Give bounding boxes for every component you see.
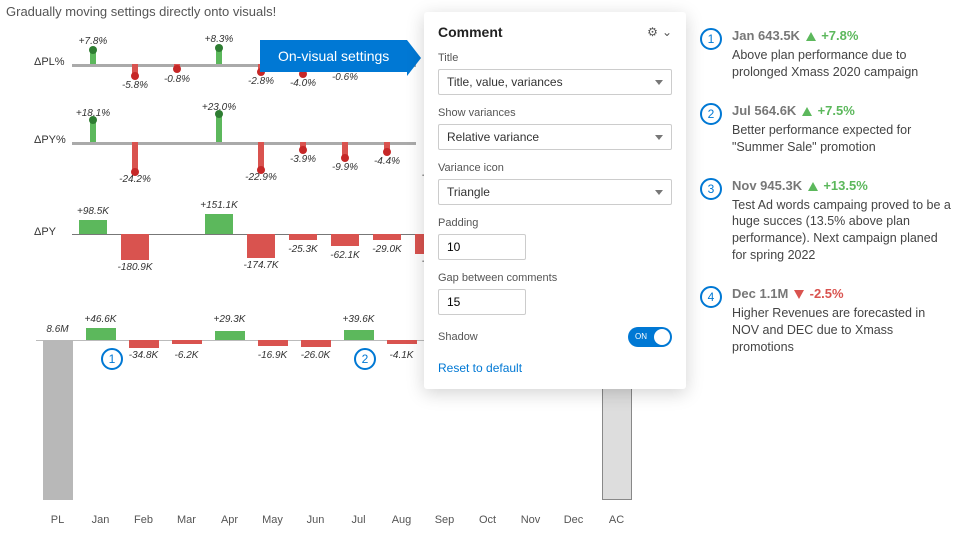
comment-item: 1 Jan 643.5K +7.8% Above plan performanc… bbox=[700, 28, 952, 81]
chart-badge-2[interactable]: 2 bbox=[354, 348, 376, 370]
comment-title: Dec 1.1M -2.5% bbox=[732, 286, 952, 301]
title-select[interactable]: Title, value, variances bbox=[438, 69, 672, 95]
month-cell: Oct bbox=[466, 514, 509, 526]
month-cell: Aug bbox=[380, 514, 423, 526]
triangle-up-icon bbox=[806, 32, 816, 41]
panel-title: Comment bbox=[438, 24, 503, 40]
reset-to-default-link[interactable]: Reset to default bbox=[438, 361, 672, 375]
month-cell: Jan bbox=[79, 514, 122, 526]
chevron-down-icon[interactable]: ⌄ bbox=[662, 25, 672, 39]
chevron-down-icon bbox=[655, 190, 663, 195]
triangle-up-icon bbox=[808, 182, 818, 191]
month-cell: Feb bbox=[122, 514, 165, 526]
comment-body: Higher Revenues are forecasted in NOV an… bbox=[732, 305, 952, 356]
show-variances-select[interactable]: Relative variance bbox=[438, 124, 672, 150]
comment-number-badge[interactable]: 4 bbox=[700, 286, 722, 308]
comment-item: 3 Nov 945.3K +13.5% Test Ad words campai… bbox=[700, 178, 952, 265]
comment-item: 4 Dec 1.1M -2.5% Higher Revenues are for… bbox=[700, 286, 952, 356]
shadow-toggle[interactable]: ON bbox=[628, 327, 672, 347]
month-cell: Apr bbox=[208, 514, 251, 526]
comments-column: 1 Jan 643.5K +7.8% Above plan performanc… bbox=[700, 28, 952, 378]
comment-number-badge[interactable]: 1 bbox=[700, 28, 722, 50]
month-cell: Jul bbox=[337, 514, 380, 526]
month-cell: Dec bbox=[552, 514, 595, 526]
field-label-show-variances: Show variances bbox=[438, 107, 672, 119]
comment-title: Jul 564.6K +7.5% bbox=[732, 103, 952, 118]
triangle-down-icon bbox=[794, 290, 804, 299]
month-cell: Jun bbox=[294, 514, 337, 526]
month-cell: AC bbox=[595, 514, 638, 526]
field-label-gap: Gap between comments bbox=[438, 272, 672, 284]
comment-number-badge[interactable]: 2 bbox=[700, 103, 722, 125]
month-cell: Sep bbox=[423, 514, 466, 526]
chart-axis bbox=[72, 142, 416, 145]
gap-input[interactable] bbox=[438, 289, 526, 315]
comment-title: Nov 945.3K +13.5% bbox=[732, 178, 952, 193]
chart-dpy-abs: ΔPY +98.5K -180.9K +151.1K -174.7K -25.3… bbox=[36, 196, 416, 274]
chart-label: ΔPY% bbox=[34, 134, 66, 146]
field-label-title: Title bbox=[438, 52, 672, 64]
comment-item: 2 Jul 564.6K +7.5% Better performance ex… bbox=[700, 103, 952, 156]
field-label-variance-icon: Variance icon bbox=[438, 162, 672, 174]
month-cell: Nov bbox=[509, 514, 552, 526]
comment-title: Jan 643.5K +7.8% bbox=[732, 28, 952, 43]
padding-input[interactable] bbox=[438, 234, 526, 260]
chart-dpy-pct: ΔPY% +18.1% -24.2% +23.0% -22.9% -3.9% -… bbox=[36, 104, 416, 192]
comment-body: Above plan performance due to prolonged … bbox=[732, 47, 952, 81]
month-cell: PL bbox=[36, 514, 79, 526]
on-visual-settings-tag: On-visual settings bbox=[260, 40, 407, 72]
settings-panel: Comment ⚙ ⌄ Title Title, value, variance… bbox=[424, 12, 686, 389]
month-cell: Mar bbox=[165, 514, 208, 526]
header-note: Gradually moving settings directly onto … bbox=[6, 4, 276, 19]
variance-icon-select[interactable]: Triangle bbox=[438, 179, 672, 205]
comment-number-badge[interactable]: 3 bbox=[700, 178, 722, 200]
gear-icon[interactable]: ⚙ bbox=[647, 25, 658, 39]
month-axis: PL Jan Feb Mar Apr May Jun Jul Aug Sep O… bbox=[36, 514, 638, 526]
chart-label: ΔPY bbox=[34, 226, 56, 238]
field-label-shadow: Shadow bbox=[438, 331, 478, 343]
field-label-padding: Padding bbox=[438, 217, 672, 229]
chart-label: ΔPL% bbox=[34, 56, 65, 68]
chevron-down-icon bbox=[655, 135, 663, 140]
month-cell: May bbox=[251, 514, 294, 526]
comment-body: Better performance expected for "Summer … bbox=[732, 122, 952, 156]
triangle-up-icon bbox=[802, 107, 812, 116]
chevron-down-icon bbox=[655, 80, 663, 85]
chart-badge-1[interactable]: 1 bbox=[101, 348, 123, 370]
comment-body: Test Ad words campaing proved to be a hu… bbox=[732, 197, 952, 265]
